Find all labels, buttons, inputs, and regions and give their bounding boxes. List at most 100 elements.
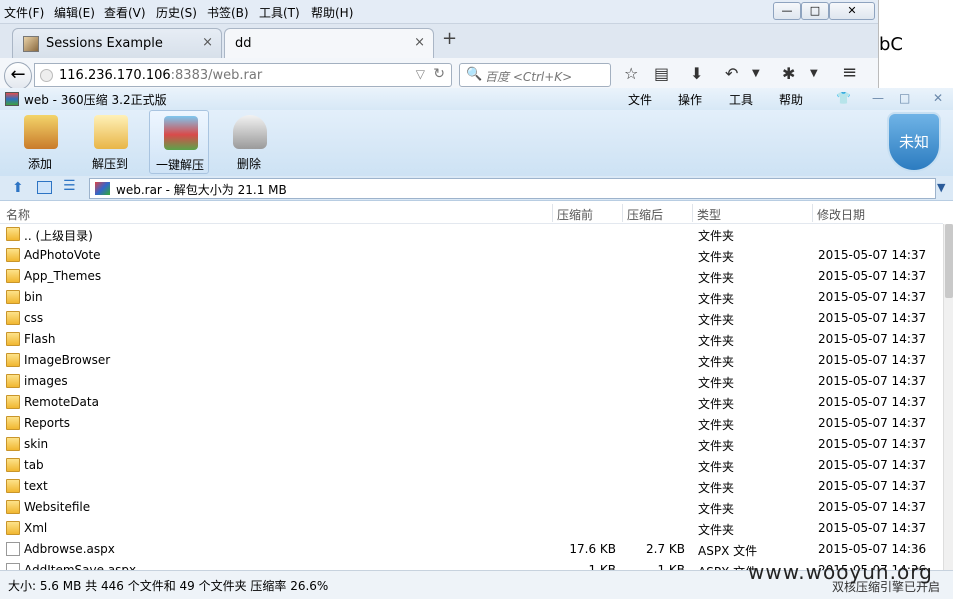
column-divider[interactable] <box>812 204 813 222</box>
file-list-row[interactable]: Adbrowse.aspx 17.6 KB 2.7 KB ASPX 文件 2015-05… <box>0 539 943 560</box>
back-button[interactable]: ← <box>4 62 32 90</box>
file-list-row[interactable]: images 文件夹 2015-05-07 14:37 <box>0 371 943 392</box>
folder-icon <box>6 332 20 346</box>
security-shield-badge[interactable]: 未知 <box>887 112 941 172</box>
site-identity-icon[interactable] <box>40 69 53 82</box>
tab-close-icon[interactable]: × <box>202 35 213 50</box>
column-divider[interactable] <box>622 204 623 222</box>
reload-icon[interactable]: ↻ <box>433 66 445 82</box>
menu-edit[interactable]: 编辑(E) <box>54 4 95 21</box>
vertical-scrollbar[interactable] <box>943 224 953 570</box>
file-list-row[interactable]: ImageBrowser 文件夹 2015-05-07 14:37 <box>0 350 943 371</box>
menu-view[interactable]: 查看(V) <box>104 4 146 21</box>
row-name: AddItemSave.aspx <box>24 563 137 570</box>
dropdown-arrow-icon[interactable]: ▼ <box>752 68 760 79</box>
bookmark-star-icon[interactable]: ☆ <box>624 64 638 83</box>
row-type: 文件夹 <box>698 292 735 306</box>
file-icon <box>6 563 20 570</box>
file-list: .. (上级目录) 文件夹 AdPhotoVote 文件夹 2015-05-07 14:… <box>0 224 943 570</box>
bookmarks-menu-icon[interactable]: ▤ <box>654 64 669 83</box>
tab-sessions-example[interactable]: Sessions Example × <box>12 28 222 58</box>
file-list-row[interactable]: css 文件夹 2015-05-07 14:37 <box>0 308 943 329</box>
file-list-row[interactable]: App_Themes 文件夹 2015-05-07 14:37 <box>0 266 943 287</box>
extract-to-button[interactable]: 解压到 <box>80 110 140 174</box>
hamburger-menu-icon[interactable]: ≡ <box>842 62 857 83</box>
add-archive-icon <box>24 115 58 149</box>
list-view-icon[interactable]: ☰ <box>63 178 76 194</box>
row-date: 2015-05-07 14:37 <box>818 479 927 493</box>
app-close-icon[interactable]: ✕ <box>933 91 943 105</box>
tab-label: Sessions Example <box>46 36 163 51</box>
history-dropdown-icon[interactable]: ▽ <box>416 67 425 81</box>
skin-icon[interactable]: 👕 <box>836 91 851 105</box>
file-list-row[interactable]: skin 文件夹 2015-05-07 14:37 <box>0 434 943 455</box>
thumbnail-view-icon[interactable] <box>37 181 52 194</box>
tab-dd[interactable]: dd × <box>224 28 434 58</box>
tab-close-icon[interactable]: × <box>414 35 425 50</box>
column-modified[interactable]: 修改日期 <box>817 206 865 223</box>
url-bar[interactable]: 116.236.170.106:8383/web.rar ▽ ↻ <box>34 63 452 87</box>
downloads-icon[interactable]: ⬇ <box>690 64 703 83</box>
scrollbar-thumb[interactable] <box>945 224 953 298</box>
file-list-row[interactable]: RemoteData 文件夹 2015-05-07 14:37 <box>0 392 943 413</box>
background-window-text: bC <box>879 34 903 55</box>
archive-path-field[interactable]: web.rar - 解包大小为 21.1 MB <box>89 178 936 199</box>
navigation-bar: ← 116.236.170.106:8383/web.rar ▽ ↻ 🔍 百度 … <box>0 58 878 92</box>
column-divider[interactable] <box>692 204 693 222</box>
app-minimize-icon[interactable]: — <box>872 91 884 105</box>
app-menu-operate[interactable]: 操作 <box>678 91 702 108</box>
add-button[interactable]: 添加 <box>10 110 70 174</box>
menu-bookmarks[interactable]: 书签(B) <box>207 4 249 21</box>
up-arrow-icon[interactable]: ⬆ <box>12 180 24 196</box>
app-menu-file[interactable]: 文件 <box>628 91 652 108</box>
rar-file-icon <box>95 182 110 195</box>
row-date: 2015-05-07 14:37 <box>818 374 927 388</box>
column-size-after[interactable]: 压缩后 <box>627 206 663 223</box>
delete-button[interactable]: 删除 <box>219 110 279 174</box>
row-name: AdPhotoVote <box>24 248 101 262</box>
column-type[interactable]: 类型 <box>697 206 721 223</box>
folder-icon <box>6 353 20 367</box>
file-list-row[interactable]: Xml 文件夹 2015-05-07 14:37 <box>0 518 943 539</box>
app-menu-tools[interactable]: 工具 <box>729 91 753 108</box>
column-size-before[interactable]: 压缩前 <box>557 206 593 223</box>
file-list-row[interactable]: tab 文件夹 2015-05-07 14:37 <box>0 455 943 476</box>
tab-label: dd <box>235 36 252 51</box>
column-name[interactable]: 名称 <box>6 206 30 223</box>
menu-history[interactable]: 历史(S) <box>156 4 197 21</box>
app-menu-help[interactable]: 帮助 <box>779 91 803 108</box>
undo-icon[interactable]: ↶ <box>725 64 738 83</box>
file-list-row[interactable]: AdPhotoVote 文件夹 2015-05-07 14:37 <box>0 245 943 266</box>
file-list-row[interactable]: .. (上级目录) 文件夹 <box>0 224 943 245</box>
file-list-row[interactable]: Websitefile 文件夹 2015-05-07 14:37 <box>0 497 943 518</box>
row-name: text <box>24 479 48 493</box>
file-list-header: 名称 压缩前 压缩后 类型 修改日期 <box>0 202 943 224</box>
new-tab-button[interactable]: + <box>442 28 457 49</box>
one-click-extract-button[interactable]: 一键解压 <box>149 110 209 174</box>
tab-strip: Sessions Example × dd × <box>0 24 878 58</box>
search-input[interactable]: 🔍 百度 <Ctrl+K> <box>459 63 611 87</box>
row-name: ImageBrowser <box>24 353 111 367</box>
folder-icon <box>6 500 20 514</box>
menu-file[interactable]: 文件(F) <box>4 4 44 21</box>
path-dropdown-icon[interactable]: ▼ <box>937 181 945 194</box>
app-maximize-icon[interactable]: □ <box>899 91 910 105</box>
file-list-row[interactable]: Flash 文件夹 2015-05-07 14:37 <box>0 329 943 350</box>
row-type: 文件夹 <box>698 376 735 390</box>
menu-help[interactable]: 帮助(H) <box>311 4 353 21</box>
addon-icon[interactable]: ✱ <box>782 64 795 83</box>
row-type: 文件夹 <box>698 502 735 516</box>
window-controls: — □ ✕ <box>771 0 877 22</box>
menu-tools[interactable]: 工具(T) <box>259 4 300 21</box>
dropdown-arrow-icon[interactable]: ▼ <box>810 68 818 79</box>
file-list-row[interactable]: Reports 文件夹 2015-05-07 14:37 <box>0 413 943 434</box>
folder-icon <box>6 290 20 304</box>
file-list-row[interactable]: text 文件夹 2015-05-07 14:37 <box>0 476 943 497</box>
minimize-button[interactable]: — <box>773 2 801 20</box>
extract-to-icon <box>94 115 128 149</box>
column-divider[interactable] <box>552 204 553 222</box>
maximize-button[interactable]: □ <box>801 2 829 20</box>
close-button[interactable]: ✕ <box>829 2 875 20</box>
file-list-row[interactable]: bin 文件夹 2015-05-07 14:37 <box>0 287 943 308</box>
row-type: 文件夹 <box>698 313 735 327</box>
